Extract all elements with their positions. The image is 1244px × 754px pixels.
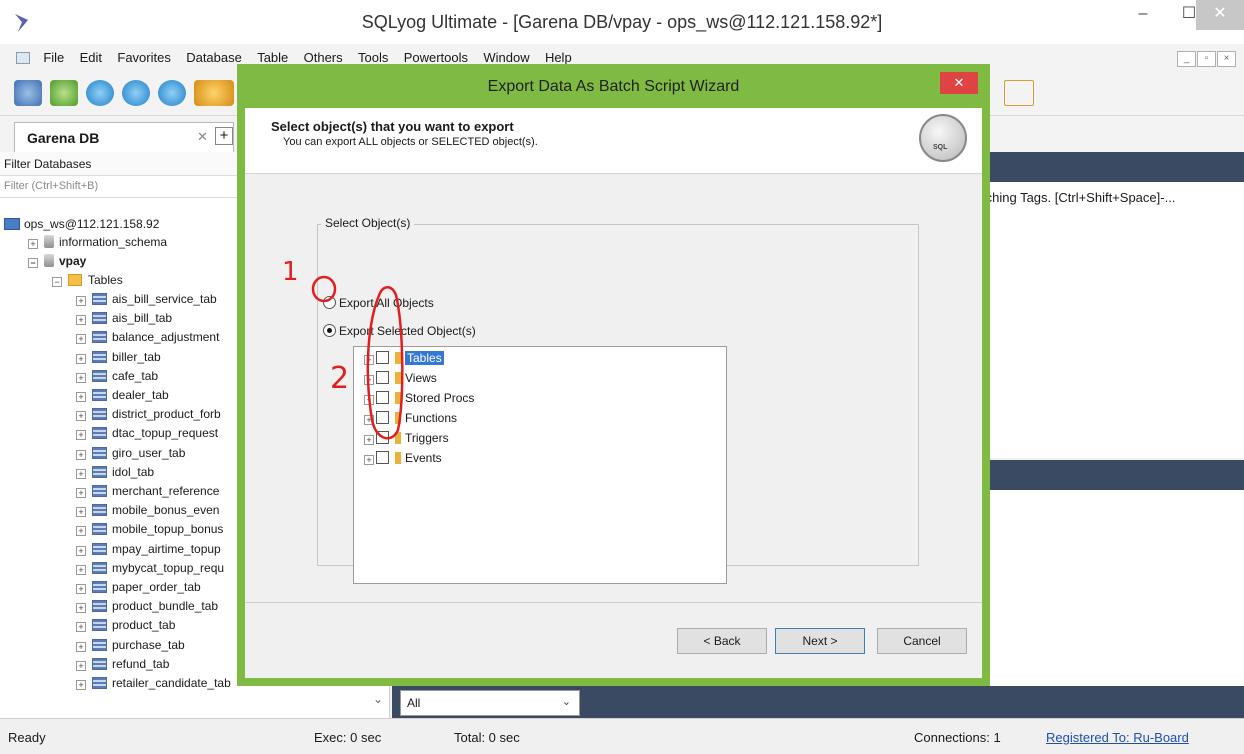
annotation-loop-checkboxes bbox=[366, 286, 404, 440]
annotation-mark-2: 2 bbox=[330, 361, 349, 396]
annotation-overlay: 1 2 bbox=[282, 257, 404, 440]
annotation-circle-radio bbox=[311, 275, 337, 303]
annotation-mark-1: 1 bbox=[282, 257, 299, 287]
